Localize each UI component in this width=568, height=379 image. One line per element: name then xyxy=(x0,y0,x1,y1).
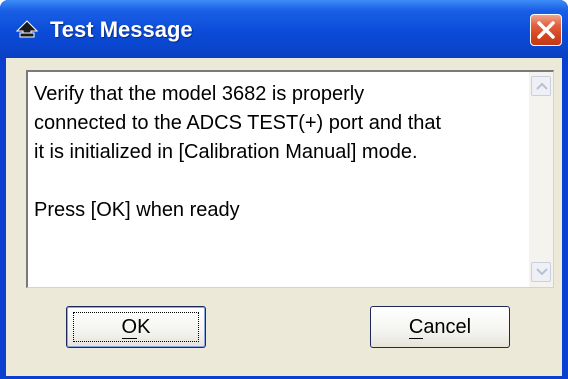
dialog-client-area: Verify that the model 3682 is properly c… xyxy=(6,58,562,376)
message-textbox[interactable]: Verify that the model 3682 is properly c… xyxy=(26,70,554,288)
dialog-window: Test Message Verify that the model 3682 … xyxy=(0,0,568,379)
cancel-mnemonic: C xyxy=(408,316,424,339)
ok-button[interactable]: OK xyxy=(66,306,206,348)
scroll-up-button[interactable] xyxy=(531,76,551,96)
message-line: connected to the ADCS TEST(+) port and t… xyxy=(34,112,442,134)
focus-rectangle xyxy=(73,312,199,342)
title-bar[interactable]: Test Message xyxy=(0,0,568,58)
message-prompt: Press [OK] when ready xyxy=(34,199,240,221)
joystick-icon xyxy=(15,20,39,40)
vertical-scrollbar[interactable] xyxy=(529,72,553,287)
scroll-down-button[interactable] xyxy=(531,262,551,282)
chevron-up-icon xyxy=(536,82,548,90)
cancel-label: ancel xyxy=(423,316,472,338)
message-line: Verify that the model 3682 is properly xyxy=(34,83,365,105)
close-button[interactable] xyxy=(530,14,562,46)
close-icon xyxy=(537,21,555,39)
message-text: Verify that the model 3682 is properly c… xyxy=(34,80,526,225)
chevron-down-icon xyxy=(536,268,548,276)
message-line: it is initialized in [Calibration Manual… xyxy=(34,141,418,163)
window-title: Test Message xyxy=(50,17,193,42)
cancel-button[interactable]: Cancel xyxy=(370,306,510,348)
